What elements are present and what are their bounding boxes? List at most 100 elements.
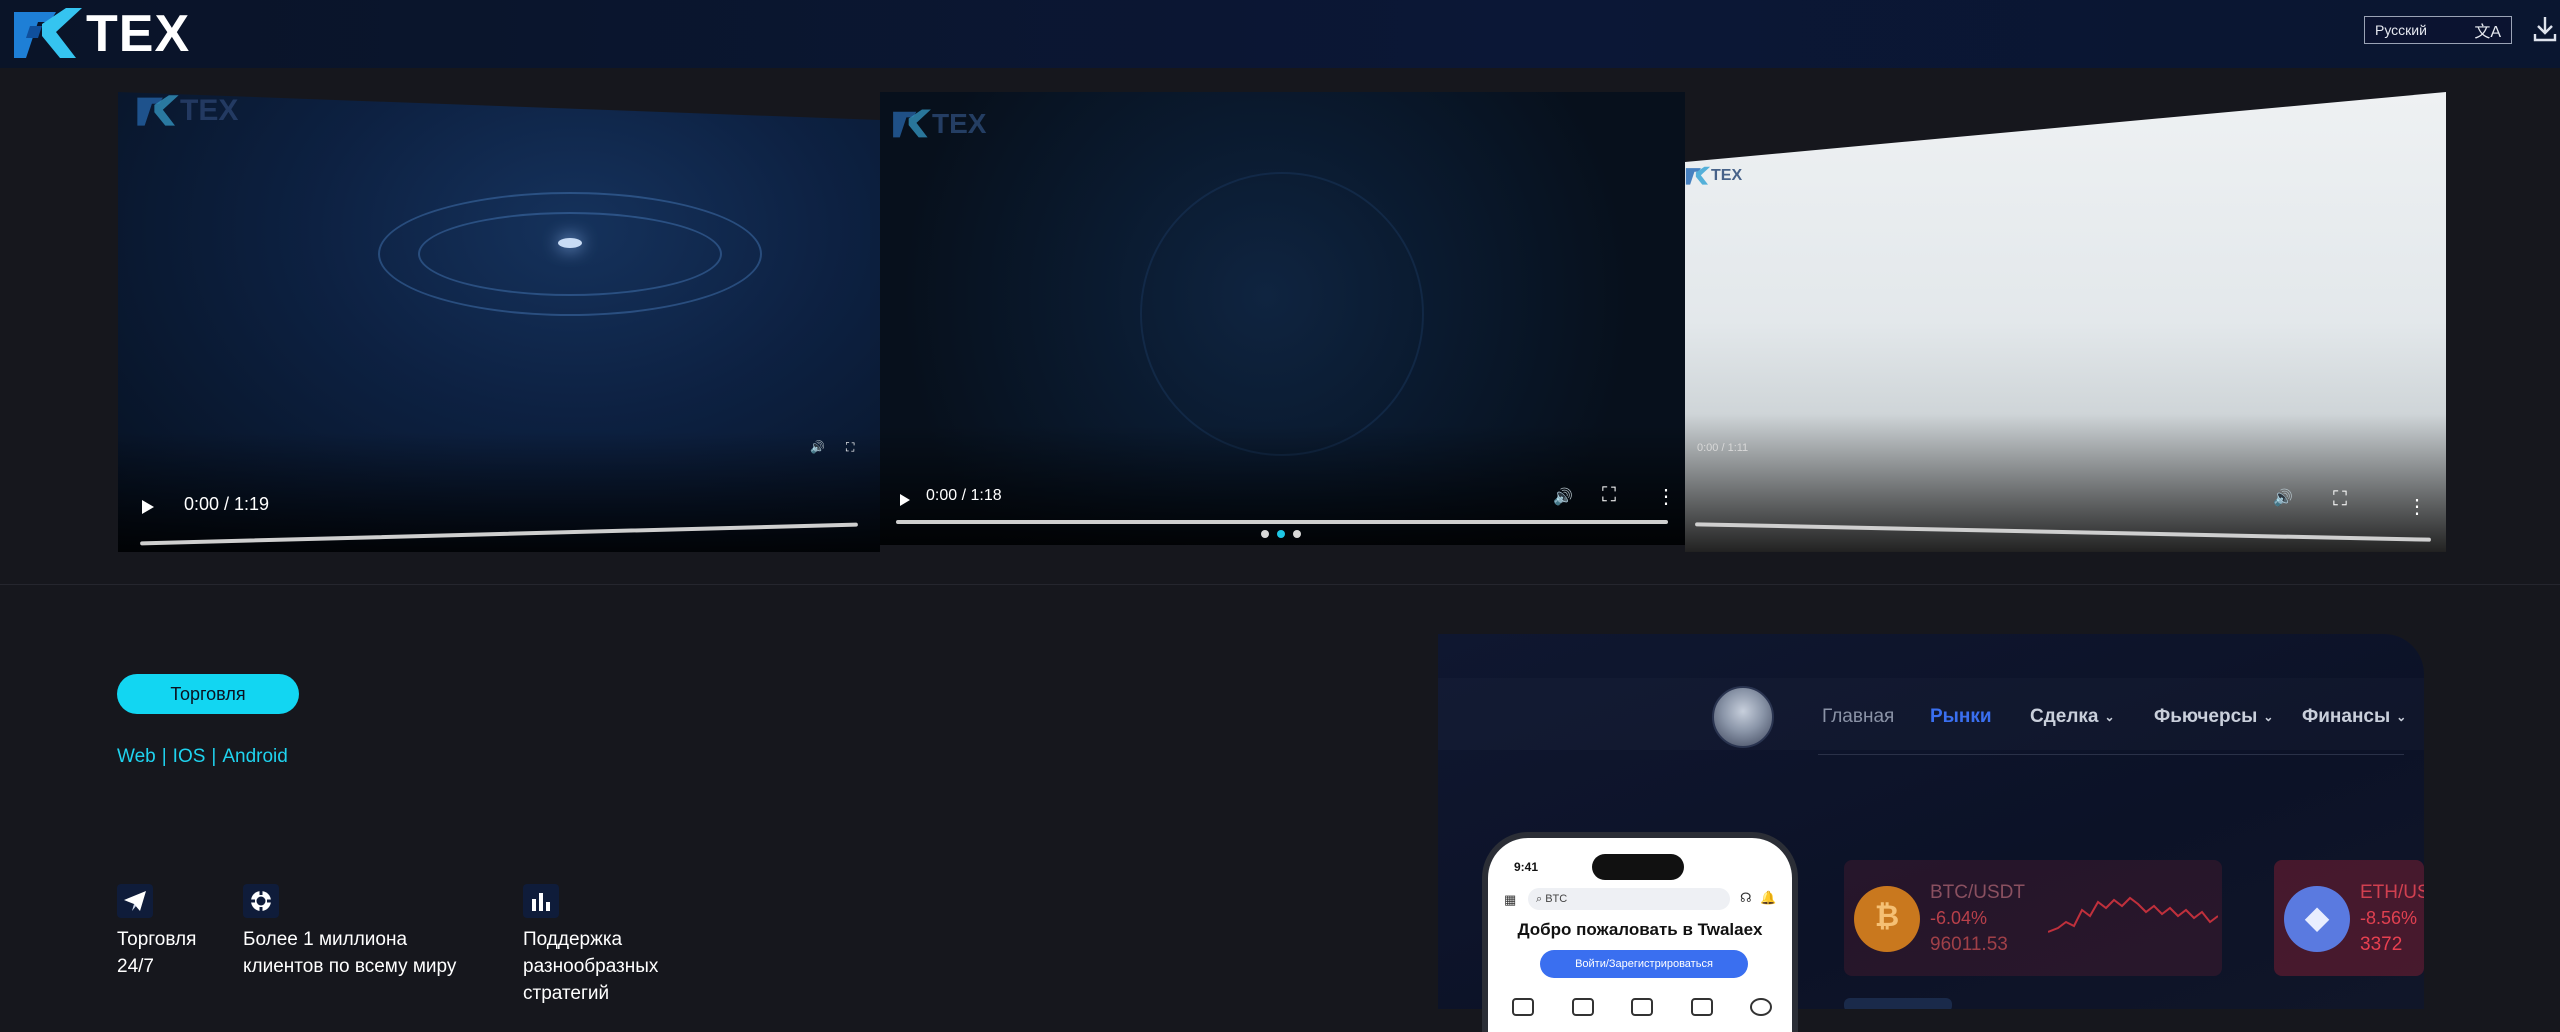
video-slide-center[interactable]: TEX 0:00 / 1:18 🔊 ⛶ ⋮ [880, 92, 1685, 545]
nav-label: Фьючерсы [2154, 706, 2258, 727]
download-icon[interactable] [2532, 14, 2558, 44]
carousel-dot-active[interactable] [1277, 530, 1285, 538]
feature-line: стратегий [523, 983, 610, 1004]
watermark-text: TEX [932, 108, 987, 139]
feature-text: Более 1 миллиона клиентов по всему миру [243, 926, 456, 980]
video-slide-left[interactable]: TEX 0:00 / 1:19 🔊 ⛶ [118, 92, 880, 552]
translate-icon: 文A [2474, 24, 2501, 41]
brand-logo[interactable]: TEX [12, 4, 190, 64]
carousel-dot[interactable] [1293, 530, 1301, 538]
decor-ring [1140, 172, 1424, 456]
nav-label: Финансы [2302, 706, 2391, 727]
ticker-pair: ETH/US [2360, 882, 2424, 903]
watermark-text: TEX [180, 94, 239, 127]
android-link[interactable]: Android [222, 746, 288, 768]
carousel-pagination [1261, 530, 1301, 538]
watermark-logo-icon [1685, 166, 1711, 185]
ios-link[interactable]: IOS [173, 746, 206, 768]
fullscreen-icon[interactable]: ⛶ [1602, 484, 1616, 507]
carousel-dot[interactable] [1261, 530, 1269, 538]
play-icon [142, 500, 154, 514]
headset-icon: ☊ [1740, 890, 1752, 905]
section-divider [0, 584, 2560, 585]
trade-button[interactable]: Торговля [117, 674, 299, 714]
feature-line: 24/7 [117, 956, 154, 977]
paper-plane-icon [117, 884, 153, 918]
phone-login-button: Войти/Зарегистрироваться [1540, 950, 1748, 978]
decor-ring [418, 212, 722, 296]
card-icon [1571, 998, 1594, 1016]
decor-glow [558, 238, 582, 248]
chevron-down-icon: ⌄ [2104, 710, 2115, 724]
phone-search-text: BTC [1545, 893, 1568, 905]
play-icon [900, 494, 910, 506]
video-carousel: TEX 0:00 / 1:19 🔊 ⛶ TEX 0:00 / 1:18 🔊 ⛶ … [0, 68, 2560, 568]
phone-search: ⌕ BTC [1528, 888, 1730, 910]
bitcoin-icon: ₿ [1854, 886, 1920, 952]
watermark-logo-icon [893, 109, 931, 138]
logo-text: TEX [86, 5, 191, 63]
more-options-icon[interactable]: ⋮ [2407, 494, 2427, 519]
phone-welcome: Добро пожаловать в Twalaex [1517, 920, 1763, 939]
top-header: TEX Русский 文A [0, 0, 2560, 68]
feature-line: Торговля [117, 929, 197, 950]
feature-line: клиентов по всему миру [243, 956, 457, 977]
nav-label: Сделка [2030, 706, 2099, 727]
feature-line: Более 1 миллиона [243, 929, 408, 950]
feature-trading-24-7: Торговля 24/7 [117, 884, 196, 980]
feature-clients: Более 1 миллиона клиентов по всему миру [243, 884, 456, 980]
video-watermark: TEX [1685, 166, 1742, 186]
time-display: 0:00 / 1:11 [1697, 442, 1749, 454]
feature-text: Торговля 24/7 [117, 926, 196, 980]
feature-strategies: Поддержка разнообразных стратегий [523, 884, 658, 1007]
fullscreen-icon[interactable]: ⛶ [2333, 488, 2347, 511]
phone-mockup: 9:41 ▦ ⌕ BTC ☊ 🔔 Добро пожаловать в Twal… [1482, 832, 1798, 1032]
language-label: Русский [2375, 22, 2427, 38]
controls-shade [880, 425, 1685, 545]
bar-chart-icon [523, 884, 559, 918]
preview-nav-futures: Фьючерсы ⌄ [2154, 706, 2273, 728]
volume-icon[interactable]: 🔊 [810, 440, 825, 454]
language-select[interactable]: Русский 文A [2364, 16, 2512, 44]
platform-links: Web | IOS | Android [117, 746, 288, 768]
feature-line: разнообразных [523, 956, 659, 977]
preview-nav-trade: Сделка ⌄ [2030, 706, 2115, 728]
video-watermark: TEX [136, 94, 238, 128]
chevron-down-icon: ⌄ [2396, 710, 2407, 724]
watermark-text: TEX [1711, 167, 1743, 184]
separator: | [211, 746, 217, 767]
watermark-logo-icon [137, 95, 179, 126]
avatar [1712, 686, 1774, 748]
preview-nav-markets: Рынки [1930, 706, 1992, 727]
fullscreen-icon[interactable]: ⛶ [846, 440, 854, 455]
preview-tab-fragment [1844, 998, 1952, 1009]
video-slide-right[interactable]: TEX 0:00 / 1:11 🔊 ⛶ ⋮ [1685, 92, 2446, 552]
play-button[interactable] [142, 500, 154, 514]
ticker-change: -6.04% [1930, 908, 1988, 928]
volume-icon[interactable]: 🔊 [2273, 488, 2293, 508]
search-icon: ⌕ [1536, 892, 1546, 905]
time-display: 0:00 / 1:19 [184, 494, 270, 514]
progress-bar[interactable] [896, 520, 1668, 524]
bell-icon: 🔔 [1760, 890, 1777, 905]
nav-divider [1818, 754, 2404, 755]
volume-icon[interactable]: 🔊 [1553, 487, 1573, 507]
deposit-icon [1690, 998, 1713, 1016]
progress-bar[interactable] [1695, 522, 2431, 542]
phone-quick-icons [1512, 998, 1772, 1016]
separator: | [161, 746, 167, 767]
logo-mark-icon [14, 8, 82, 58]
ticker-change: -8.56% [2360, 908, 2418, 928]
time-display: 0:00 / 1:18 [926, 487, 1002, 504]
more-options-icon[interactable]: ⋮ [1656, 484, 1676, 509]
web-link[interactable]: Web [117, 746, 156, 768]
ticker-price: 96011.53 [1930, 934, 2008, 955]
play-button[interactable] [900, 494, 910, 506]
transfer-icon [1631, 998, 1653, 1016]
ticker-price: 3372 [2360, 934, 2403, 955]
video-watermark: TEX [892, 108, 986, 140]
feature-line: Поддержка [523, 929, 623, 950]
lifebuoy-icon [243, 884, 279, 918]
more-icon [1750, 998, 1772, 1016]
ticker-card-eth: ◆ ETH/US -8.56% 3372 [2274, 860, 2424, 976]
